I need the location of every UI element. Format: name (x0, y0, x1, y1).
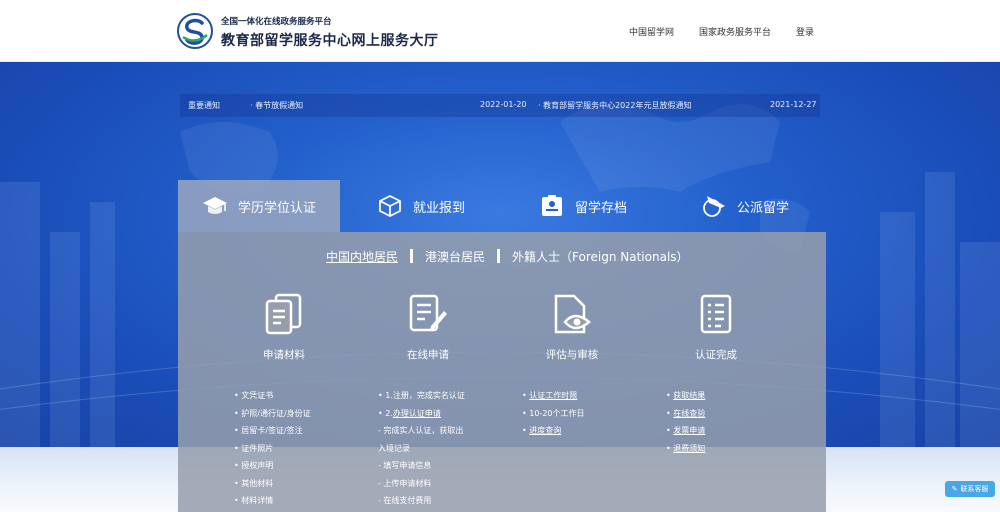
step-materials-label: 申请材料 (263, 349, 305, 361)
list-item: • 证件照片 (234, 443, 274, 453)
nav-login[interactable]: 登录 (796, 25, 814, 38)
list-item: • 居留卡/签证/签注 (234, 426, 303, 435)
refund-link[interactable]: 退费须知 (673, 444, 705, 453)
list-item: • 发票申请 (666, 426, 706, 435)
apply-list: • 1.注册，完成实名认证 • 2.办理认证申请 - 完成实人认证，获取出 入境… (378, 387, 465, 510)
plane-globe-icon (703, 196, 725, 217)
tab-label: 公派留学 (736, 200, 789, 216)
notice-item-spring[interactable]: · 春节放假通知 (250, 100, 303, 111)
brand-subtitle: 全国一体化在线政务服务平台 (221, 17, 332, 27)
notice-date: 2022-01-20 (480, 100, 527, 109)
list-item: - 完成实人认证，获取出 (378, 426, 464, 435)
tab-label: 就业报到 (412, 200, 465, 216)
graduation-cap-icon (202, 197, 227, 214)
header: 全国一体化在线政务服务平台 教育部留学服务中心网上服务大厅 中国留学网 国家政务… (0, 0, 1000, 62)
apply-link[interactable]: 办理认证申请 (393, 409, 441, 418)
list-item: • 授权声明 (234, 461, 274, 470)
form-edit-icon (409, 294, 447, 332)
list-item: • 其他材料 (234, 478, 274, 488)
tab-gov-sponsored[interactable]: 公派留学 (664, 180, 826, 232)
tab-label: 留学存档 (574, 200, 627, 216)
list-item: • 获取结果 (666, 391, 706, 400)
divider (410, 249, 414, 263)
contact-service-label: 联系客服 (960, 485, 989, 493)
list-item: - 填写申请信息 (378, 461, 432, 470)
notice-bar: 重要通知 · 春节放假通知 2022-01-20 · 教育部留学服务中心2022… (180, 94, 820, 117)
document-person-icon (541, 195, 562, 216)
review-list: • 认证工作时限 • 10-20个工作日 • 进度查询 (522, 387, 585, 440)
list-item: • 认证工作时限 (522, 391, 578, 400)
step-apply-label: 在线申请 (407, 349, 449, 361)
list-item: 入境记录 (378, 443, 410, 453)
list-item: • 1.注册，完成实名认证 (378, 391, 465, 400)
resident-subtabs: 中国内地居民 港澳台居民 外籍人士（Foreign Nationals） (326, 248, 689, 265)
documents-icon (265, 293, 302, 335)
list-item: • 进度查询 (522, 426, 562, 435)
done-list: • 获取结果 • 在线查验 • 发票申请 • 退费须知 (666, 387, 705, 457)
time-limit-link[interactable]: 认证工作时限 (529, 391, 577, 400)
tab-label: 学历学位认证 (237, 200, 316, 216)
list-item: • 在线查验 (666, 408, 706, 418)
subtab-hk-macao-taiwan[interactable]: 港澳台居民 (425, 250, 485, 264)
logo-icon (177, 13, 213, 49)
document-eye-icon (554, 294, 591, 334)
list-item: • 护照/通行证/身份证 (234, 408, 311, 418)
list-item: - 上传申请材料 (378, 478, 432, 488)
online-verify-link[interactable]: 在线查验 (673, 409, 705, 418)
get-result-link[interactable]: 获取结果 (673, 391, 705, 400)
notice-date: 2021-12-27 (770, 100, 817, 109)
cube-icon (379, 194, 401, 218)
chat-icon: ✎ (951, 485, 958, 493)
list-item: • 10-20个工作日 (522, 408, 585, 418)
tab-archive[interactable]: 留学存档 (502, 180, 664, 232)
step-done-label: 认证完成 (695, 349, 737, 361)
nav-gov-platform[interactable]: 国家政务服务平台 (699, 25, 771, 38)
contact-service-button[interactable]: ✎ 联系客服 (945, 481, 995, 497)
materials-list: • 文凭证书 • 护照/通行证/身份证 • 居留卡/签证/签注 • 证件照片 •… (234, 387, 311, 510)
subtab-foreign[interactable]: 外籍人士（Foreign Nationals） (512, 250, 689, 264)
tab-degree-verification[interactable]: 学历学位认证 (178, 180, 340, 232)
list-item: • 文凭证书 (234, 391, 274, 400)
nav-cscse[interactable]: 中国留学网 (629, 25, 674, 38)
progress-query-link[interactable]: 进度查询 (529, 426, 561, 435)
list-item: - 在线支付费用 (378, 496, 432, 505)
list-item: • 退费须知 (666, 443, 706, 453)
notice-label: 重要通知 (188, 101, 220, 110)
checklist-icon (700, 294, 732, 334)
subtab-mainland[interactable]: 中国内地居民 (326, 250, 398, 264)
notice-item-newyear[interactable]: · 教育部留学服务中心2022年元旦放假通知 (538, 100, 691, 111)
invoice-link[interactable]: 发票申请 (673, 426, 705, 435)
divider (497, 249, 501, 263)
list-item: • 2.办理认证申请 (378, 408, 441, 418)
tab-employment[interactable]: 就业报到 (340, 180, 502, 232)
step-review-label: 评估与审核 (545, 349, 599, 361)
list-item: • 材料详情 (234, 496, 274, 505)
brand-title: 教育部留学服务中心网上服务大厅 (221, 33, 439, 49)
